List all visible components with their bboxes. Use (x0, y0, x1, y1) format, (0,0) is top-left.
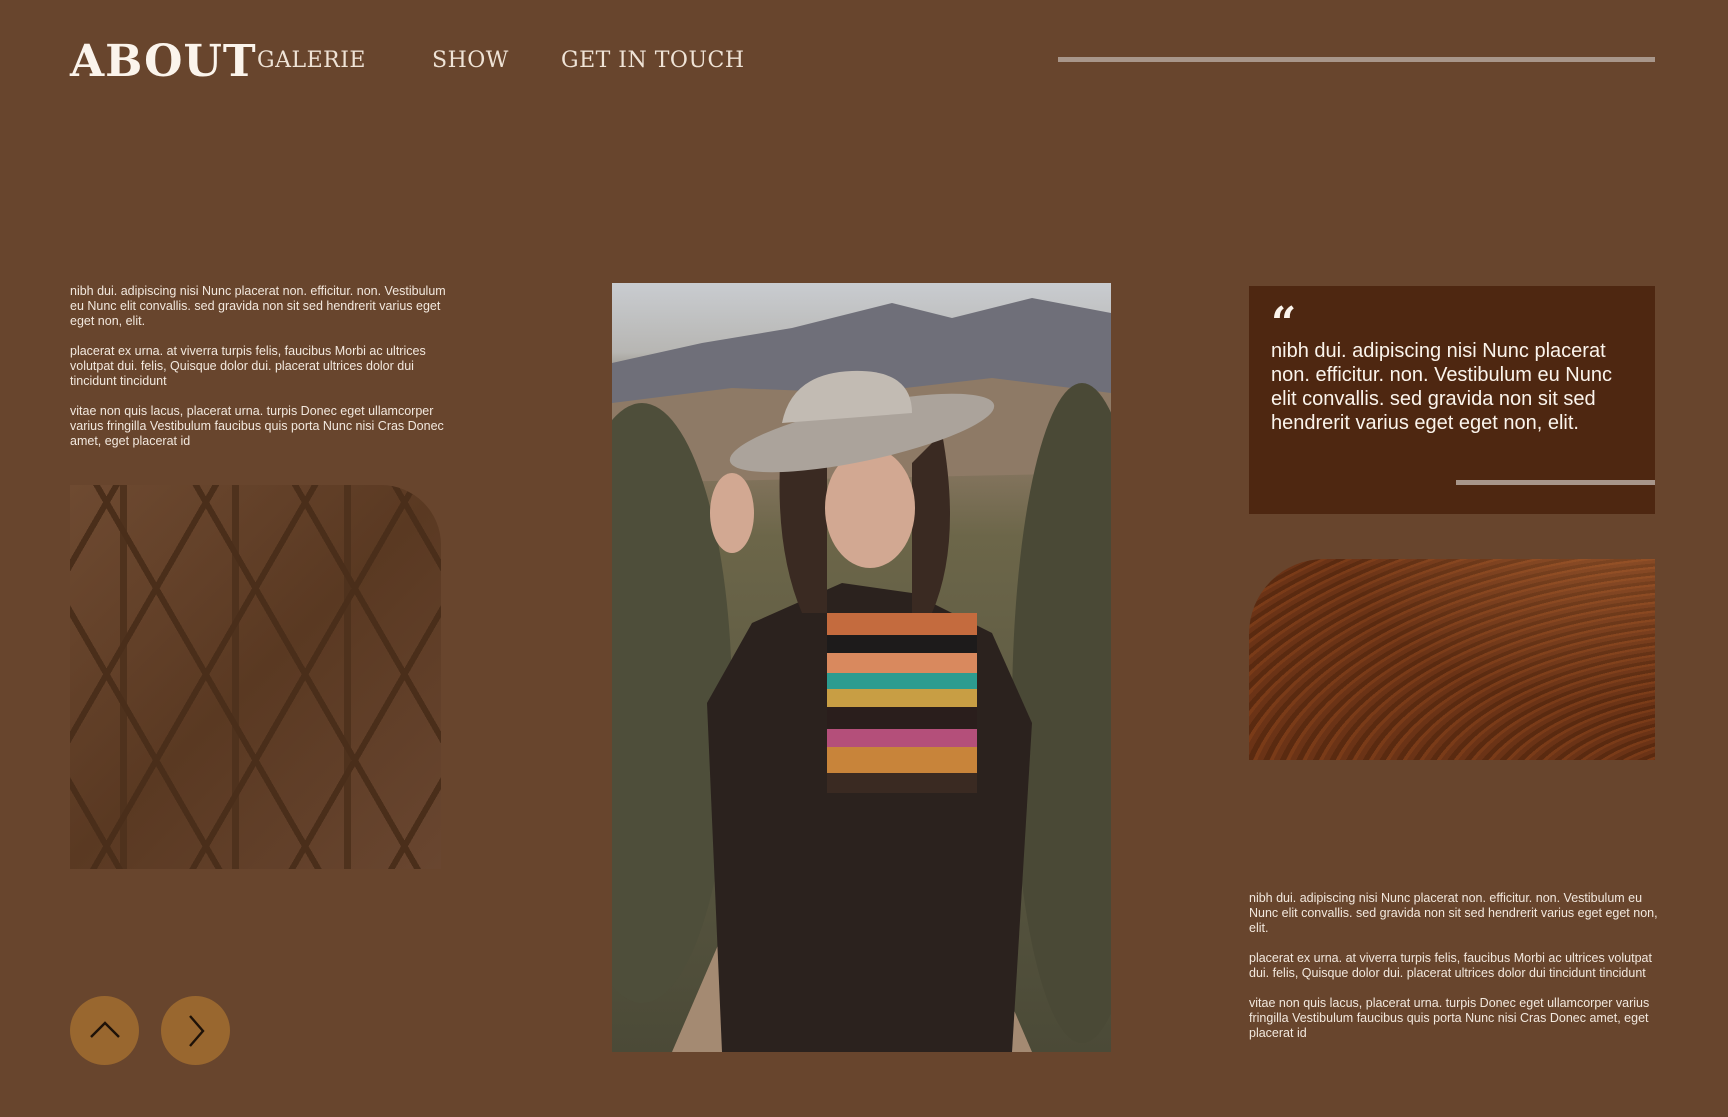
scroll-up-button[interactable] (70, 996, 139, 1065)
wood-texture-image (1249, 559, 1655, 760)
nav-link-get-in-touch[interactable]: GET IN TOUCH (561, 48, 745, 73)
next-button[interactable] (161, 996, 230, 1065)
intro-paragraph: nibh dui. adipiscing nisi Nunc placerat … (70, 284, 446, 328)
quote-divider (1456, 480, 1655, 485)
detail-paragraph: nibh dui. adipiscing nisi Nunc placerat … (1249, 891, 1658, 935)
detail-text-block: nibh dui. adipiscing nisi Nunc placerat … (1249, 891, 1659, 1056)
detail-paragraph: vitae non quis lacus, placerat urna. tur… (1249, 996, 1650, 1040)
quote-card: “ nibh dui. adipiscing nisi Nunc placera… (1249, 286, 1655, 514)
detail-paragraph: placerat ex urna. at viverra turpis feli… (1249, 951, 1652, 980)
quote-text: nibh dui. adipiscing nisi Nunc placerat … (1271, 340, 1612, 434)
nav-link-galerie[interactable]: GALERIE (257, 48, 366, 73)
nav-link-show[interactable]: SHOW (432, 48, 509, 73)
chevron-right-icon (188, 1014, 205, 1047)
intro-paragraph: vitae non quis lacus, placerat urna. tur… (70, 404, 444, 448)
geometric-pattern-image (70, 485, 441, 869)
header-divider (1058, 57, 1655, 62)
model-portrait-photo (612, 283, 1111, 1052)
intro-paragraph: placerat ex urna. at viverra turpis feli… (70, 344, 426, 388)
brand-logo[interactable]: ABOUT (70, 36, 257, 87)
intro-text-block: nibh dui. adipiscing nisi Nunc placerat … (70, 284, 462, 464)
chevron-up-icon (89, 1020, 120, 1038)
